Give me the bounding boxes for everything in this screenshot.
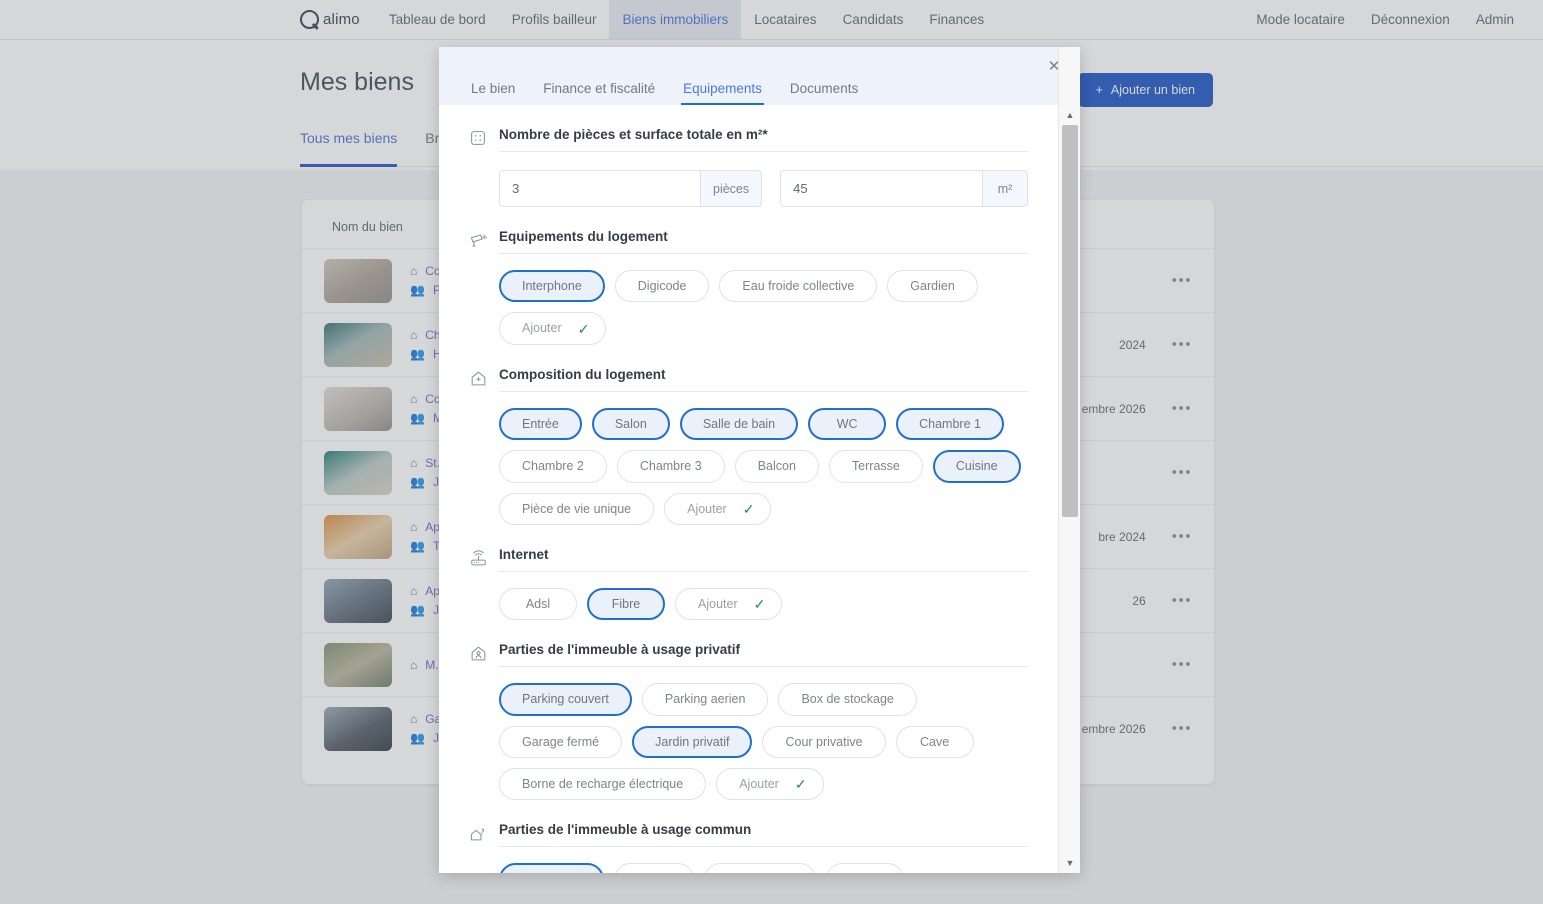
- section-title: Parties de l'immeuble à usage commun: [499, 822, 1028, 848]
- tab-documents[interactable]: Documents: [788, 81, 860, 105]
- scrollbar-down-arrow-icon[interactable]: ▼: [1059, 853, 1080, 873]
- chip-group: Interphone Digicode Eau froide collectiv…: [499, 254, 1028, 345]
- chip-chambre-3[interactable]: Chambre 3: [616, 450, 725, 483]
- add-composition-button[interactable]: Ajouter ✓: [664, 492, 772, 525]
- chip-box-de-stockage[interactable]: Box de stockage: [778, 683, 917, 716]
- section-nombre-de-pieces: Nombre de pièces et surface totale en m²…: [469, 127, 1028, 207]
- chip-digicode[interactable]: Digicode: [614, 270, 710, 303]
- surface-input[interactable]: [780, 170, 982, 207]
- scrollbar-up-arrow-icon[interactable]: ▲: [1059, 105, 1080, 125]
- chip-balcon[interactable]: Balcon: [734, 450, 819, 483]
- check-icon[interactable]: ✓: [754, 597, 766, 611]
- chip-cuisine[interactable]: Cuisine: [932, 450, 1021, 483]
- tab-le-bien[interactable]: Le bien: [469, 81, 517, 105]
- chip-jardin[interactable]: Jardin: [614, 863, 695, 873]
- add-equipement-button[interactable]: Ajouter ✓: [499, 312, 607, 345]
- section-parties-usage-commun: Parties de l'immeuble à usage commun Asc…: [469, 822, 1028, 873]
- check-icon[interactable]: ✓: [795, 777, 807, 791]
- surface-input-group: m²: [780, 170, 1028, 207]
- tab-equipements[interactable]: Equipements: [681, 81, 764, 105]
- modal-scroll-content: Nombre de pièces et surface totale en m²…: [439, 105, 1058, 873]
- chip-group: Parking couvert Parking aerien Box de st…: [499, 667, 1028, 801]
- property-edit-modal: ✕ Le bien Finance et fiscalité Equipemen…: [439, 47, 1080, 873]
- chip-wc[interactable]: WC: [808, 407, 887, 441]
- modal-body: Nombre de pièces et surface totale en m²…: [439, 105, 1080, 873]
- add-label: Ajouter: [522, 321, 562, 336]
- modal-scrollbar-track-top: [1058, 47, 1080, 105]
- check-icon[interactable]: ✓: [743, 502, 755, 516]
- chip-cave[interactable]: Cave: [895, 725, 974, 758]
- house-shared-icon: [469, 822, 499, 848]
- section-title: Parties de l'immeuble à usage privatif: [499, 642, 1028, 668]
- chip-parking-aerien[interactable]: Parking aerien: [641, 683, 769, 716]
- chip-entree[interactable]: Entrée: [499, 407, 582, 441]
- chip-eau-froide-collective[interactable]: Eau froide collective: [719, 270, 878, 303]
- chip-group: Adsl Fibre Ajouter ✓: [499, 572, 1028, 621]
- modal-header: ✕ Le bien Finance et fiscalité Equipemen…: [439, 47, 1080, 105]
- chip-adsl[interactable]: Adsl: [499, 587, 577, 621]
- add-internet-button[interactable]: Ajouter ✓: [675, 587, 783, 621]
- chip-fibre[interactable]: Fibre: [587, 587, 665, 621]
- chip-espace-vert[interactable]: Espace vert: [704, 863, 817, 873]
- chip-piece-de-vie-unique[interactable]: Pièce de vie unique: [499, 492, 655, 525]
- house-person-icon: [469, 642, 499, 668]
- chip-gardien[interactable]: Gardien: [887, 270, 978, 303]
- rooms-unit-label: pièces: [700, 170, 763, 207]
- chip-ascenseur[interactable]: Ascenseur: [499, 863, 605, 873]
- chip-parking-couvert[interactable]: Parking couvert: [499, 683, 632, 716]
- modal-tab-bar: Le bien Finance et fiscalité Equipements…: [469, 81, 860, 105]
- section-parties-usage-privatif: Parties de l'immeuble à usage privatif P…: [469, 642, 1028, 801]
- section-title: Composition du logement: [499, 367, 1028, 392]
- section-composition-du-logement: Composition du logement Entrée Salon Sal…: [469, 367, 1028, 525]
- section-equipements-du-logement: Equipements du logement Interphone Digic…: [469, 229, 1028, 345]
- chip-interphone[interactable]: Interphone: [499, 270, 605, 303]
- add-partie-privatif-button[interactable]: Ajouter ✓: [716, 768, 824, 801]
- rooms-surface-inputs: pièces m²: [499, 152, 1028, 207]
- security-camera-icon: [469, 229, 499, 255]
- chip-cour[interactable]: Cour: [826, 863, 905, 873]
- chip-terrasse[interactable]: Terrasse: [828, 450, 923, 483]
- chip-group: Entrée Salon Salle de bain WC Chambre 1 …: [499, 392, 1028, 525]
- chip-salon[interactable]: Salon: [591, 407, 670, 441]
- chip-borne-de-recharge-electrique[interactable]: Borne de recharge électrique: [499, 768, 707, 801]
- chip-chambre-1[interactable]: Chambre 1: [896, 407, 1004, 441]
- modal-scrollbar[interactable]: ▲ ▼: [1058, 105, 1080, 873]
- tab-finance-et-fiscalite[interactable]: Finance et fiscalité: [541, 81, 657, 105]
- rooms-input-group: pièces: [499, 170, 763, 207]
- chip-salle-de-bain[interactable]: Salle de bain: [679, 407, 799, 441]
- section-title: Internet: [499, 547, 1028, 572]
- chip-group: Ascenseur Jardin Espace vert Cour Garage…: [499, 847, 1028, 873]
- section-title: Equipements du logement: [499, 229, 1028, 254]
- chip-jardin-privatif[interactable]: Jardin privatif: [632, 725, 753, 758]
- scrollbar-thumb[interactable]: [1062, 125, 1078, 517]
- chip-chambre-2[interactable]: Chambre 2: [499, 450, 607, 483]
- dice-icon: [469, 127, 499, 152]
- router-icon: [469, 547, 499, 573]
- add-label: Ajouter: [739, 777, 779, 791]
- add-label: Ajouter: [687, 501, 727, 516]
- chip-garage-ferme[interactable]: Garage fermé: [499, 725, 623, 758]
- add-label: Ajouter: [698, 596, 738, 611]
- section-title: Nombre de pièces et surface totale en m²…: [499, 127, 1028, 152]
- check-icon[interactable]: ✓: [578, 322, 590, 336]
- surface-unit-label: m²: [982, 170, 1028, 207]
- chip-cour-privative[interactable]: Cour privative: [762, 725, 886, 758]
- section-internet: Internet Adsl Fibre Ajouter ✓: [469, 547, 1028, 621]
- house-plus-icon: [469, 367, 499, 393]
- rooms-input[interactable]: [499, 170, 700, 207]
